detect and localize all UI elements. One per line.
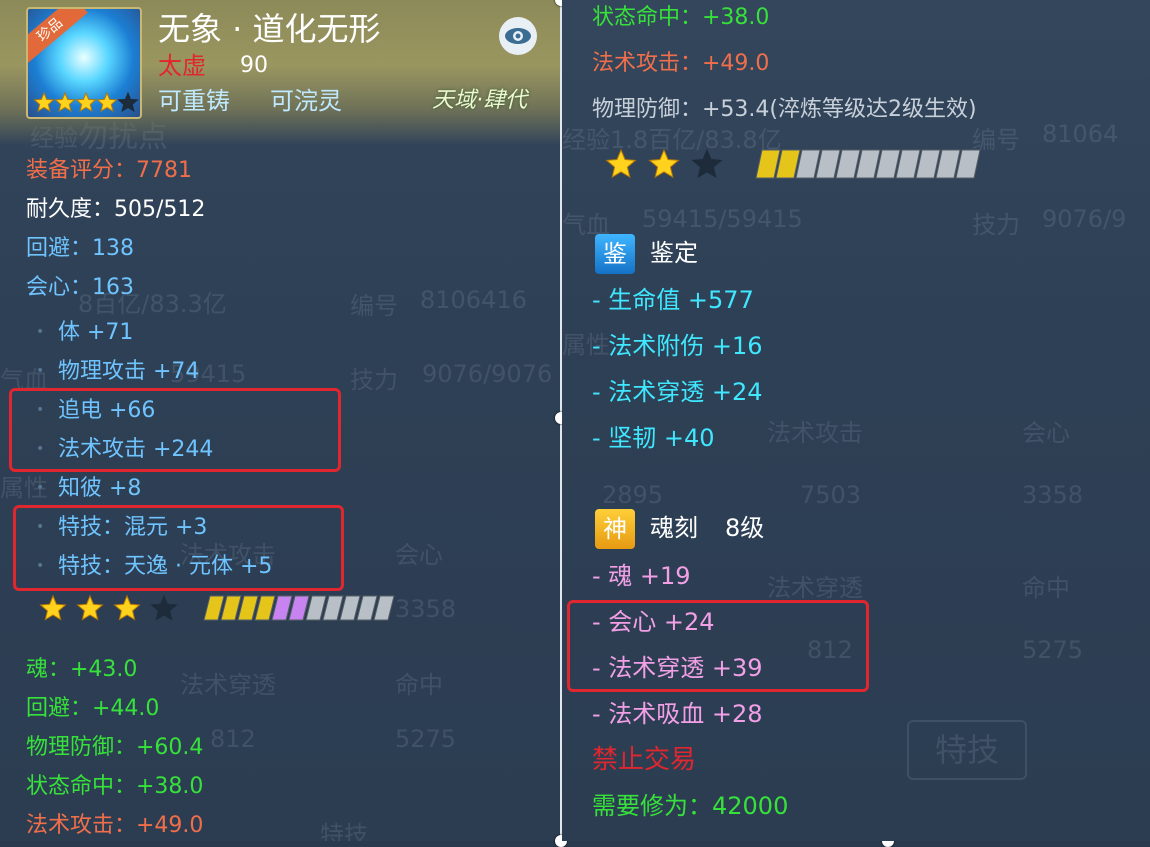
refine-star-rating <box>39 594 178 621</box>
bg-text: 命中 <box>395 671 443 699</box>
soul-badge: 神 <box>595 509 635 549</box>
reforge-label: 可浣灵 <box>270 87 342 115</box>
refine-bar-gold <box>203 595 225 621</box>
star-empty-icon <box>691 148 723 179</box>
soul-attr: - 魂 +19 <box>592 562 691 590</box>
attr-dodge: 回避：138 <box>26 236 134 261</box>
star-filled-icon <box>605 148 637 179</box>
soul-title: 魂刻 <box>650 514 698 542</box>
right-tooltip-panel: 经验 1.8百亿/83.8亿 编号 81064 气血 59415/59415 技… <box>562 0 1150 841</box>
soul-attr: - 法术吸血 +28 <box>592 700 763 728</box>
bg-text: 7503 <box>800 481 862 509</box>
no-trade-label: 禁止交易 <box>592 745 697 775</box>
soul-level: 8级 <box>725 514 765 542</box>
bullet-dot: • <box>36 324 45 340</box>
bg-text: 8106416 <box>420 286 527 314</box>
bg-text: 会心 <box>395 541 443 569</box>
refine-bar-empty <box>339 595 361 621</box>
bg-text: 9076/9076 <box>422 360 553 388</box>
item-tier: 太虚 <box>158 52 206 80</box>
identify-attr: - 生命值 +577 <box>592 286 754 314</box>
bg-text: 法术穿透 <box>180 671 276 699</box>
star-filled-icon <box>648 148 680 179</box>
refine-bar-empty <box>305 595 327 621</box>
highlight-box <box>567 600 869 692</box>
green-attr: 状态命中：+38.0 <box>26 774 204 799</box>
bg-text: 技力 <box>350 366 398 394</box>
refine-bar-purple <box>288 595 310 621</box>
highlight-box <box>13 505 344 591</box>
identify-attr: - 法术附伤 +16 <box>592 332 763 360</box>
refine-progress-bars <box>203 595 395 621</box>
item-name: 无象 · 道化无形 <box>158 10 381 48</box>
bg-text: 9076/9 <box>1042 205 1127 233</box>
phys-defense: 物理防御：+53.4(淬炼等级达2级生效) <box>592 97 977 122</box>
bg-text: 59415/59415 <box>642 205 803 233</box>
rarity-badge: 珍品 <box>28 9 88 65</box>
green-attr: 物理防御：+60.4 <box>26 735 204 760</box>
refine-progress-bars <box>755 149 981 179</box>
star-empty-icon <box>117 91 139 113</box>
refine-bar-gold <box>237 595 259 621</box>
refine-bar-gold <box>220 595 242 621</box>
eye-icon <box>505 28 531 44</box>
left-tooltip-panel: 经验 勿扰点 8百亿/83.3亿 编号 8106416 气血 59415 技力 … <box>0 0 560 841</box>
identify-attr: - 法术穿透 +24 <box>592 378 763 406</box>
sub-attr: 物理攻击 +74 <box>58 359 200 384</box>
recast-label: 可重铸 <box>158 87 230 115</box>
equip-score: 装备评分：7781 <box>26 158 192 183</box>
realm-label: 天域·肆代 <box>432 88 527 113</box>
bg-text: 法术攻击 <box>767 419 863 447</box>
star-filled-icon <box>113 594 141 621</box>
bg-text: 特技 <box>320 821 368 841</box>
bg-text: 3358 <box>1022 481 1084 509</box>
magic-attack: 法术攻击：+49.0 <box>592 51 770 76</box>
star-filled-icon <box>33 91 55 113</box>
sub-attr: 体 +71 <box>58 320 134 345</box>
item-icon[interactable]: 珍品 <box>26 7 142 119</box>
bullet-dot: • <box>36 363 45 379</box>
identify-title: 鉴定 <box>650 239 698 267</box>
star-filled-icon <box>96 91 118 113</box>
bg-text: 会心 <box>1022 419 1070 447</box>
green-attr: 回避：+44.0 <box>26 696 160 721</box>
bg-text: 2895 <box>602 481 664 509</box>
refine-bar-purple <box>271 595 293 621</box>
attr-crit: 会心：163 <box>26 275 134 300</box>
bg-text: 812 <box>210 725 256 753</box>
status-hit: 状态命中：+38.0 <box>592 5 770 30</box>
item-level: 90 <box>240 53 268 78</box>
bg-text: 法术穿透 <box>767 574 863 602</box>
highlight-box <box>9 388 341 472</box>
sub-attr: 知彼 +8 <box>58 476 142 501</box>
bg-text: 技力 <box>972 211 1020 239</box>
identify-badge: 鉴 <box>595 234 635 274</box>
bg-text: 命中 <box>1022 574 1070 602</box>
bg-text: 5275 <box>395 725 457 753</box>
bullet-dot: • <box>36 480 45 496</box>
refine-star-rating <box>605 148 723 179</box>
icon-star-rating <box>33 91 139 113</box>
bg-text: 5275 <box>1022 636 1084 664</box>
required-cultivation: 需要修为：42000 <box>592 792 789 820</box>
bg-text: 3358 <box>395 595 457 623</box>
star-empty-icon <box>150 594 178 621</box>
durability: 耐久度：505/512 <box>26 197 206 222</box>
star-filled-icon <box>54 91 76 113</box>
star-filled-icon <box>75 91 97 113</box>
green-attr: 法术攻击：+49.0 <box>26 813 204 838</box>
bg-text: 81064 <box>1042 120 1119 148</box>
view-eye-button[interactable] <box>499 17 537 55</box>
star-filled-icon <box>76 594 104 621</box>
green-attr: 魂：+43.0 <box>26 657 138 682</box>
star-filled-icon <box>39 594 67 621</box>
refine-bar-empty <box>373 595 395 621</box>
refine-bar-gold <box>254 595 276 621</box>
identify-attr: - 坚韧 +40 <box>592 424 715 452</box>
refine-bar-empty <box>322 595 344 621</box>
bg-text: 编号 <box>350 292 398 320</box>
bg-text: 经验 <box>562 126 610 154</box>
refine-bar-empty <box>356 595 378 621</box>
bg-skill-button: 特技 <box>907 720 1027 780</box>
